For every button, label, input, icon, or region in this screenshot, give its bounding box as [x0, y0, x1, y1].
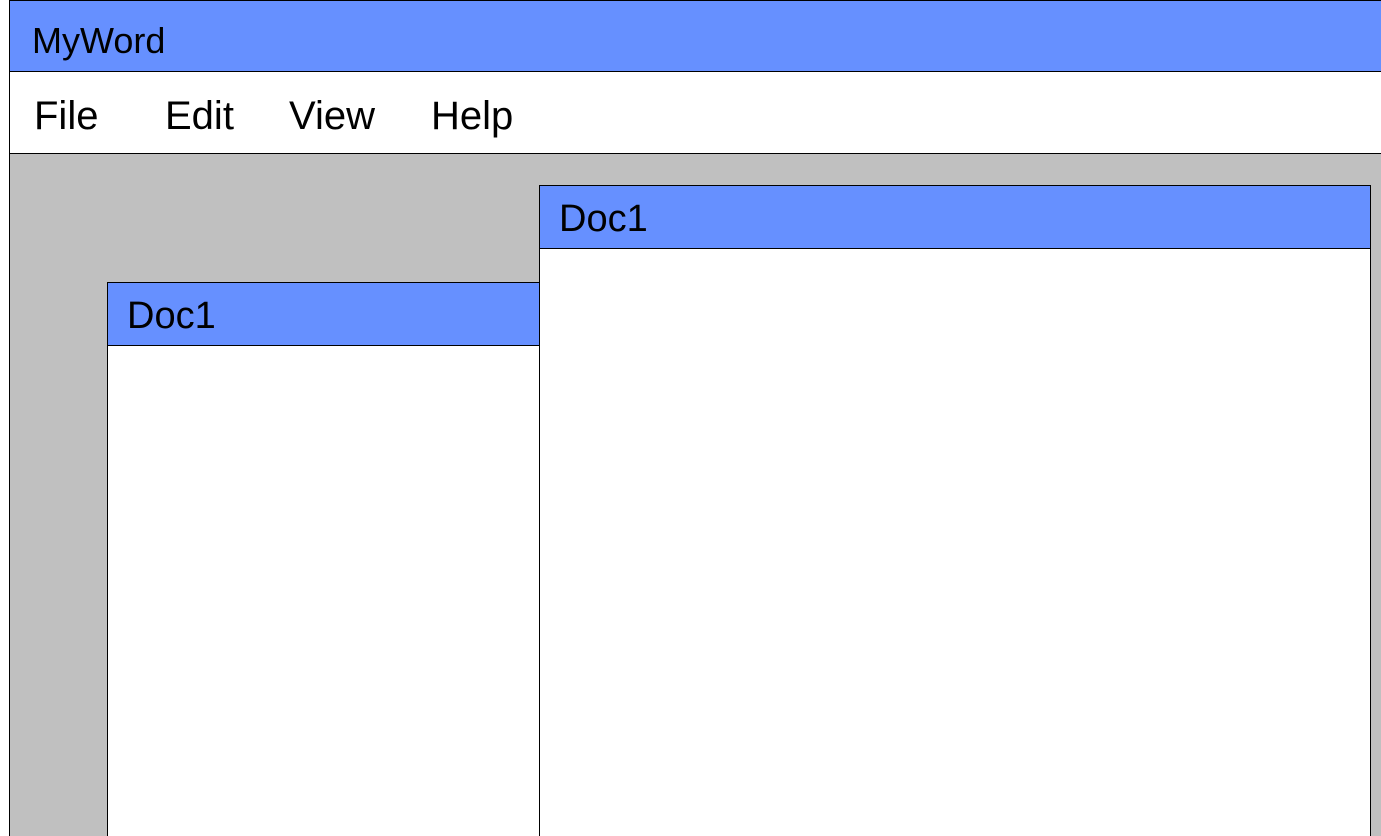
document-content-area[interactable]: [540, 249, 1370, 836]
menu-file[interactable]: File: [34, 94, 98, 138]
menu-bar: File Edit View Help: [10, 72, 1381, 154]
document-title: Doc1: [559, 198, 648, 240]
menu-help[interactable]: Help: [431, 94, 513, 138]
document-content-area[interactable]: [108, 346, 566, 836]
app-title-bar[interactable]: MyWord: [10, 1, 1381, 72]
document-window-front[interactable]: Doc1: [539, 185, 1371, 836]
menu-view[interactable]: View: [289, 94, 375, 138]
app-title: MyWord: [32, 20, 166, 61]
document-title: Doc1: [127, 295, 216, 337]
document-window-back[interactable]: Doc1: [107, 282, 567, 836]
menu-edit[interactable]: Edit: [165, 94, 234, 138]
document-title-bar[interactable]: Doc1: [108, 283, 566, 346]
app-window: MyWord File Edit View Help Doc1 Doc1: [9, 0, 1381, 836]
document-title-bar[interactable]: Doc1: [540, 186, 1370, 249]
